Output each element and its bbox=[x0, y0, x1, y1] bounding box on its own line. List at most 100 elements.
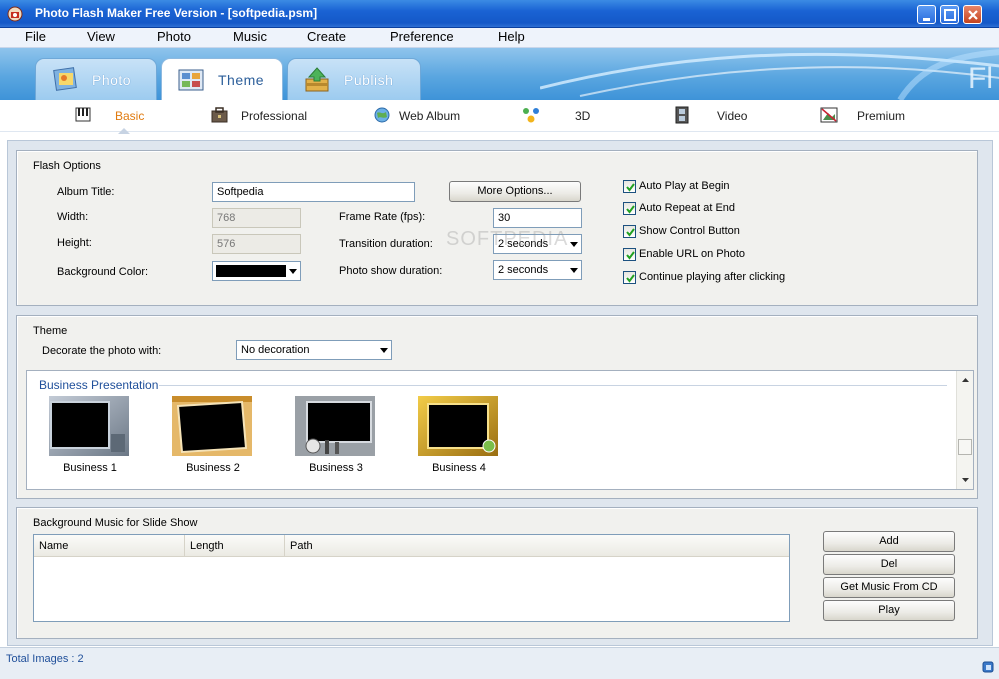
window-title: Photo Flash Maker Free Version - [softpe… bbox=[35, 6, 318, 20]
tab-theme[interactable]: Theme bbox=[161, 58, 283, 100]
checkmark-icon bbox=[626, 251, 635, 260]
close-icon bbox=[968, 10, 978, 20]
minimize-icon bbox=[923, 18, 930, 21]
theme-item-business-4[interactable]: Business 4 bbox=[418, 396, 500, 474]
continue-playing-label: Continue playing after clicking bbox=[639, 271, 786, 283]
menu-view[interactable]: View bbox=[87, 29, 115, 44]
decoration-select[interactable]: No decoration bbox=[236, 340, 392, 360]
width-label: Width: bbox=[57, 211, 89, 223]
menu-help[interactable]: Help bbox=[498, 29, 525, 44]
menu-photo[interactable]: Photo bbox=[157, 29, 191, 44]
molecule-icon bbox=[523, 108, 539, 123]
content-area: Flash Options Album Title: Softpedia Wid… bbox=[7, 140, 993, 646]
theme-group-header: Business Presentation bbox=[39, 378, 159, 392]
publish-icon bbox=[305, 67, 329, 92]
business-1-thumbnail bbox=[49, 396, 129, 456]
theme-title: Theme bbox=[33, 325, 68, 337]
theme-scrollbar[interactable] bbox=[956, 371, 973, 489]
frame-rate-label: Frame Rate (fps): bbox=[339, 211, 426, 223]
subtab-video[interactable]: Video bbox=[673, 106, 763, 126]
business-4-thumbnail bbox=[418, 396, 498, 456]
flash-options-title: Flash Options bbox=[33, 160, 101, 172]
decoration-value: No decoration bbox=[241, 344, 310, 356]
business-3-thumbnail bbox=[295, 396, 375, 456]
menu-music[interactable]: Music bbox=[233, 29, 267, 44]
briefcase-icon bbox=[211, 107, 228, 123]
group-divider bbox=[159, 385, 947, 386]
album-title-input[interactable]: Softpedia bbox=[212, 182, 415, 202]
checkbox-box bbox=[623, 180, 636, 193]
maximize-icon bbox=[944, 9, 956, 21]
business-2-label: Business 2 bbox=[186, 462, 240, 474]
business-3-label: Business 3 bbox=[309, 462, 363, 474]
transition-duration-select[interactable]: 2 seconds bbox=[493, 234, 582, 254]
column-length[interactable]: Length bbox=[185, 535, 285, 557]
background-color-swatch bbox=[216, 265, 286, 277]
subtab-3d[interactable]: 3D bbox=[522, 106, 602, 126]
music-panel: Background Music for Slide Show Name Len… bbox=[16, 507, 978, 639]
piano-icon bbox=[75, 107, 91, 122]
scrollbar-thumb[interactable] bbox=[958, 439, 972, 455]
tab-theme-label: Theme bbox=[218, 72, 265, 88]
background-color-label: Background Color: bbox=[57, 266, 149, 278]
subtab-professional-label: Professional bbox=[241, 109, 308, 123]
banner-swoosh-graphic: Fl bbox=[540, 49, 999, 100]
tab-photo-label: Photo bbox=[92, 72, 132, 88]
chevron-down-icon bbox=[289, 269, 297, 274]
decorate-label: Decorate the photo with: bbox=[42, 345, 162, 357]
subtab-premium[interactable]: Premium bbox=[820, 106, 920, 126]
chevron-down-icon bbox=[570, 242, 578, 247]
checkmark-icon bbox=[626, 228, 635, 237]
close-button[interactable] bbox=[963, 5, 982, 24]
checkmark-icon bbox=[626, 205, 635, 214]
minimize-button[interactable] bbox=[917, 5, 936, 24]
music-title: Background Music for Slide Show bbox=[33, 517, 198, 529]
music-list[interactable]: Name Length Path bbox=[33, 534, 790, 622]
photo-icon bbox=[53, 67, 77, 91]
transition-duration-label: Transition duration: bbox=[339, 238, 433, 250]
resize-grip-icon[interactable] bbox=[982, 661, 994, 673]
play-music-button[interactable]: Play bbox=[823, 600, 955, 621]
menu-preference[interactable]: Preference bbox=[390, 29, 454, 44]
transition-duration-value: 2 seconds bbox=[498, 238, 549, 250]
app-icon bbox=[7, 6, 23, 22]
subtab-web-album[interactable]: Web Album bbox=[373, 106, 483, 126]
film-icon bbox=[675, 106, 689, 124]
theme-item-business-3[interactable]: Business 3 bbox=[295, 396, 377, 474]
subtab-basic-label: Basic bbox=[115, 109, 145, 123]
theme-item-business-1[interactable]: Business 1 bbox=[49, 396, 131, 474]
checkbox-box bbox=[623, 271, 636, 284]
tab-publish[interactable]: Publish bbox=[287, 58, 421, 100]
tab-photo[interactable]: Photo bbox=[35, 58, 157, 100]
flash-options-panel: Flash Options Album Title: Softpedia Wid… bbox=[16, 150, 978, 306]
maximize-button[interactable] bbox=[940, 5, 959, 24]
background-color-picker[interactable] bbox=[212, 261, 301, 281]
height-input: 576 bbox=[212, 234, 301, 254]
subtab-basic[interactable]: Basic bbox=[74, 106, 164, 126]
sub-tab-bar: Basic Professional Web Album 3D Video Pr… bbox=[0, 100, 999, 132]
auto-repeat-label: Auto Repeat at End bbox=[639, 202, 736, 214]
get-music-from-cd-button[interactable]: Get Music From CD bbox=[823, 577, 955, 598]
width-input: 768 bbox=[212, 208, 301, 228]
checkbox-box bbox=[623, 202, 636, 215]
theme-item-business-2[interactable]: Business 2 bbox=[172, 396, 254, 474]
scroll-down-icon[interactable] bbox=[957, 473, 974, 487]
more-options-button[interactable]: More Options... bbox=[449, 181, 581, 202]
height-label: Height: bbox=[57, 237, 92, 249]
menu-file[interactable]: File bbox=[25, 29, 46, 44]
frame-rate-input[interactable]: 30 bbox=[493, 208, 582, 228]
column-path[interactable]: Path bbox=[285, 535, 789, 557]
add-music-button[interactable]: Add bbox=[823, 531, 955, 552]
menu-bar: File View Photo Music Create Preference … bbox=[0, 28, 999, 48]
title-bar: Photo Flash Maker Free Version - [softpe… bbox=[0, 0, 999, 28]
photo-show-duration-select[interactable]: 2 seconds bbox=[493, 260, 582, 280]
chevron-down-icon bbox=[570, 268, 578, 273]
checkmark-icon bbox=[626, 183, 635, 192]
menu-create[interactable]: Create bbox=[307, 29, 346, 44]
album-title-label: Album Title: bbox=[57, 186, 115, 198]
subtab-professional[interactable]: Professional bbox=[210, 106, 330, 126]
scroll-up-icon[interactable] bbox=[957, 373, 974, 387]
column-name[interactable]: Name bbox=[34, 535, 185, 557]
total-images-status: Total Images : 2 bbox=[6, 653, 84, 665]
delete-music-button[interactable]: Del bbox=[823, 554, 955, 575]
